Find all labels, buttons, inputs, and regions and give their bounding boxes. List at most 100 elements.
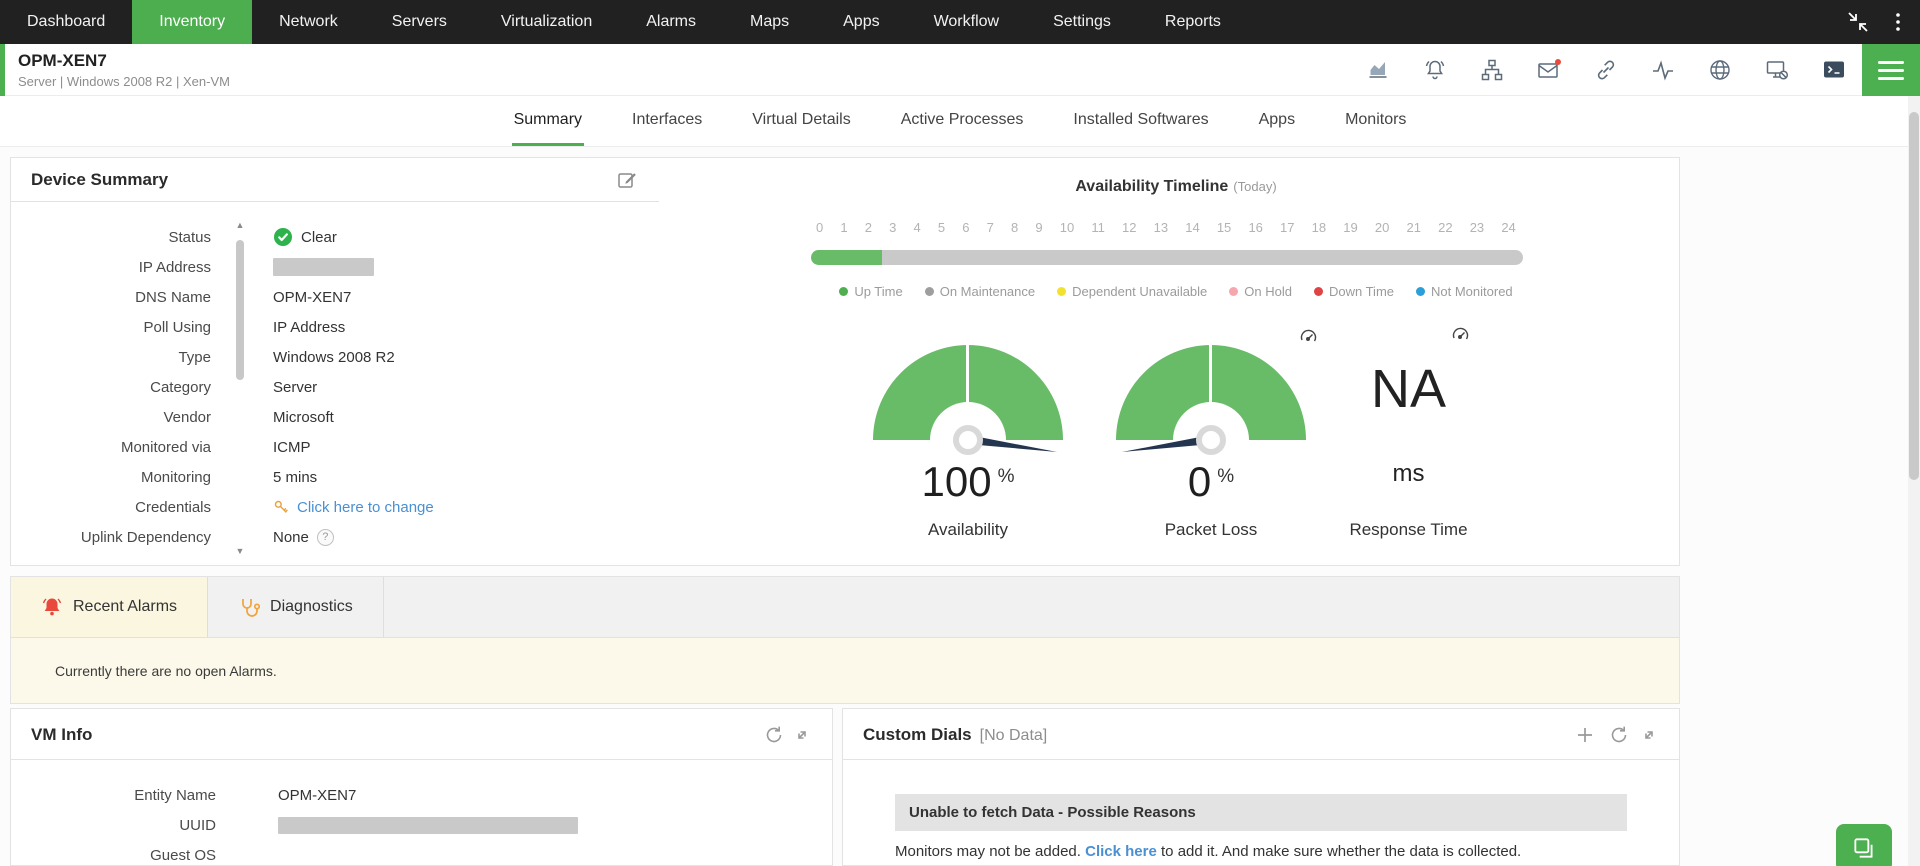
legend-dot [1416, 287, 1425, 296]
scrollbar-thumb[interactable] [236, 240, 244, 380]
topology-icon[interactable] [1480, 58, 1504, 82]
activity-pulse-icon[interactable] [1651, 58, 1675, 82]
hour-label: 7 [987, 220, 994, 235]
field-entity-name: Entity Name OPM-XEN7 [11, 780, 832, 810]
globe-icon[interactable] [1708, 58, 1732, 82]
nav-virtualization[interactable]: Virtualization [474, 0, 619, 44]
legend-not-monitored: Not Monitored [1416, 284, 1513, 299]
unmanage-device-icon[interactable] [1765, 58, 1789, 82]
packet-loss-dial: 0% Packet Loss [1116, 318, 1306, 563]
device-summary-fields: Status Clear IP Address DNS Name OPM-XEN… [11, 222, 659, 552]
tab-summary[interactable]: Summary [512, 96, 584, 146]
page-tabs-bar: Summary Interfaces Virtual Details Activ… [0, 96, 1920, 147]
alarm-bell-icon[interactable] [1423, 58, 1447, 82]
legend-dot [1229, 287, 1238, 296]
field-dns-name: DNS Name OPM-XEN7 [11, 282, 659, 312]
alarms-tab-bar: Recent Alarms Diagnostics [11, 577, 1679, 638]
tab-recent-alarms[interactable]: Recent Alarms [11, 577, 208, 637]
credentials-change-link[interactable]: Click here to change [297, 499, 434, 516]
availability-timeline: Availability Timeline(Today) 01234567891… [671, 158, 1681, 566]
legend-down-time: Down Time [1314, 284, 1394, 299]
field-category: Category Server [11, 372, 659, 402]
scroll-down-arrow[interactable]: ▼ [233, 546, 247, 556]
type-value: Windows 2008 R2 [273, 349, 395, 366]
hour-label: 2 [865, 220, 872, 235]
device-toolbar [1366, 44, 1846, 96]
fullscreen-exit-icon[interactable] [1846, 10, 1870, 34]
field-monitoring: Monitoring 5 mins [11, 462, 659, 492]
hour-label: 5 [938, 220, 945, 235]
tab-interfaces[interactable]: Interfaces [630, 96, 704, 146]
timeline-legend: Up Time On Maintenance Dependent Unavail… [671, 284, 1681, 299]
dial-export-icon[interactable] [1298, 326, 1318, 346]
terminal-icon[interactable] [1822, 58, 1846, 82]
expand-icon[interactable] [1639, 725, 1659, 745]
page-scrollbar-thumb[interactable] [1909, 112, 1919, 480]
field-credentials: Credentials Click here to change [11, 492, 659, 522]
tab-virtual-details[interactable]: Virtual Details [750, 96, 852, 146]
response-time-unit: ms [1311, 460, 1506, 488]
hour-label: 15 [1217, 220, 1231, 235]
poll-using-value: IP Address [273, 319, 345, 336]
edit-icon[interactable] [616, 169, 638, 191]
tab-monitors[interactable]: Monitors [1343, 96, 1408, 146]
hour-label: 1 [840, 220, 847, 235]
category-value: Server [273, 379, 317, 396]
timeline-subtitle: (Today) [1233, 179, 1276, 194]
field-uuid: UUID [11, 810, 832, 840]
link-icon[interactable] [1594, 58, 1618, 82]
hour-label: 6 [962, 220, 969, 235]
status-clear-icon [273, 227, 293, 247]
dial-export-icon[interactable] [1450, 324, 1470, 344]
refresh-icon[interactable] [764, 725, 784, 745]
timeline-bar[interactable] [811, 250, 1523, 265]
click-here-link[interactable]: Click here [1085, 843, 1157, 860]
field-guest-os: Guest OS [11, 840, 832, 866]
entity-name-value: OPM-XEN7 [278, 787, 356, 804]
field-uplink-dependency: Uplink Dependency None ? [11, 522, 659, 552]
hamburger-menu-button[interactable] [1862, 44, 1920, 96]
performance-chart-icon[interactable] [1366, 58, 1390, 82]
tab-installed-softwares[interactable]: Installed Softwares [1071, 96, 1210, 146]
nav-servers[interactable]: Servers [365, 0, 474, 44]
nav-dashboard[interactable]: Dashboard [0, 0, 132, 44]
nav-maps[interactable]: Maps [723, 0, 816, 44]
tab-apps[interactable]: Apps [1257, 96, 1297, 146]
uplink-value: None [273, 529, 309, 546]
hour-label: 10 [1060, 220, 1074, 235]
vm-info-panel: VM Info Entity Name OPM-XEN7 UUID Guest … [10, 708, 833, 866]
tab-active-processes[interactable]: Active Processes [899, 96, 1026, 146]
expand-icon[interactable] [792, 725, 812, 745]
nav-apps[interactable]: Apps [816, 0, 906, 44]
nav-reports[interactable]: Reports [1138, 0, 1248, 44]
nav-settings[interactable]: Settings [1026, 0, 1138, 44]
refresh-icon[interactable] [1609, 725, 1629, 745]
dns-value: OPM-XEN7 [273, 289, 351, 306]
availability-value: 100% [873, 458, 1063, 506]
help-icon[interactable]: ? [317, 529, 334, 546]
page-scrollbar[interactable] [1908, 96, 1920, 866]
kebab-menu-icon[interactable] [1886, 10, 1910, 34]
vm-info-fields: Entity Name OPM-XEN7 UUID Guest OS [11, 760, 832, 866]
availability-label: Availability [873, 520, 1063, 540]
nav-inventory[interactable]: Inventory [132, 0, 252, 44]
scroll-up-arrow[interactable]: ▲ [233, 220, 247, 230]
nav-workflow[interactable]: Workflow [907, 0, 1027, 44]
tab-diagnostics[interactable]: Diagnostics [208, 577, 384, 637]
field-status: Status Clear [11, 222, 659, 252]
vm-info-header: VM Info [11, 709, 832, 760]
console-widget-button[interactable] [1836, 824, 1892, 866]
hour-label: 20 [1375, 220, 1389, 235]
monitoring-value: 5 mins [273, 469, 317, 486]
availability-dial: 100% Availability [873, 318, 1063, 563]
add-dial-icon[interactable] [1575, 725, 1595, 745]
legend-up-time: Up Time [839, 284, 902, 299]
mail-icon[interactable] [1537, 58, 1561, 82]
timeline-title: Availability Timeline(Today) [671, 178, 1681, 196]
status-accent-bar [0, 44, 5, 96]
hour-label: 16 [1248, 220, 1262, 235]
nav-alarms[interactable]: Alarms [619, 0, 723, 44]
nav-network[interactable]: Network [252, 0, 365, 44]
alarms-empty-message: Currently there are no open Alarms. [11, 638, 1679, 703]
timeline-hour-axis: 0123456789101112131415161718192021222324 [816, 220, 1516, 235]
